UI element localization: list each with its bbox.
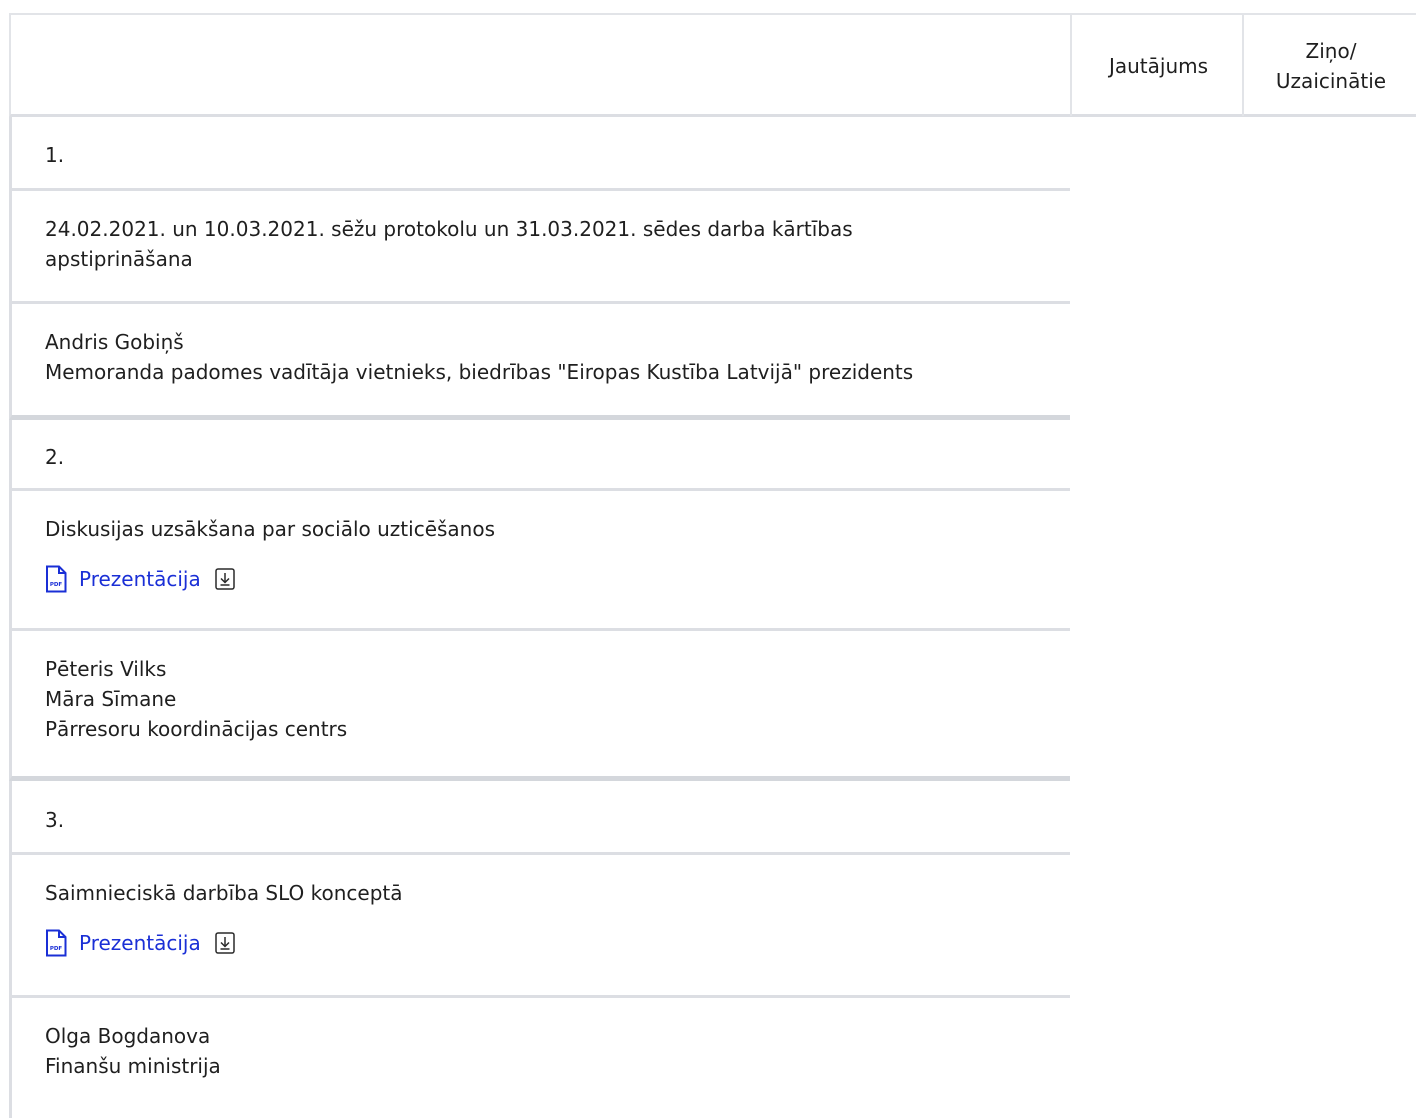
agenda-item-number: 3. (9, 781, 1070, 855)
reporter-affiliation: Finanšu ministrija (45, 1054, 221, 1078)
pdf-file-icon: PDF (46, 929, 67, 957)
column-header-reporters-line2: Uzaicinātie (1275, 68, 1387, 93)
agenda-table-body: 1. 24.02.2021. un 10.03.2021. sēžu proto… (9, 117, 1070, 1118)
agenda-item-topic: 24.02.2021. un 10.03.2021. sēžu protokol… (9, 191, 1070, 304)
attachment-row: PDF Prezentācija (45, 928, 1070, 958)
reporter-name: Pēteris Vilks (45, 657, 167, 681)
column-header-question-label: Jautājums (1108, 53, 1209, 78)
pdf-file-icon: PDF (46, 565, 67, 593)
agenda-item-topic-line: 24.02.2021. un 10.03.2021. sēžu protokol… (45, 217, 853, 241)
column-header-question: Jautājums (1070, 15, 1245, 116)
agenda-item-number-text: 1. (45, 143, 65, 167)
agenda-table-header: Jautājums Ziņo/ Uzaicinātie (9, 13, 1416, 117)
reporter-name: Olga Bogdanova (45, 1024, 211, 1048)
reporter-name: Andris Gobiņš (45, 330, 184, 354)
agenda-item-number: 2. (9, 420, 1070, 491)
column-header-reporters: Ziņo/ Uzaicinātie (1242, 15, 1416, 116)
agenda-item-reporters: Olga Bogdanova Finanšu ministrija (9, 998, 1070, 1118)
reporter-affiliation: Memoranda padomes vadītāja vietnieks, bi… (45, 360, 914, 384)
download-icon[interactable] (215, 932, 235, 954)
presentation-download-link[interactable]: Prezentācija (79, 564, 201, 594)
svg-text:PDF: PDF (50, 582, 63, 588)
reporter-name: Māra Sīmane (45, 687, 177, 711)
attachment-row: PDF Prezentācija (45, 564, 1070, 594)
agenda-item-topic-line: Diskusijas uzsākšana par sociālo uzticēš… (45, 517, 496, 541)
agenda-item-number-text: 3. (45, 808, 65, 832)
download-icon[interactable] (215, 568, 235, 590)
agenda-item-topic-line: Saimnieciskā darbība SLO konceptā (45, 881, 403, 905)
agenda-item-topic: Diskusijas uzsākšana par sociālo uzticēš… (9, 491, 1070, 631)
reporter-affiliation: Pārresoru koordinācijas centrs (45, 717, 348, 741)
presentation-download-link[interactable]: Prezentācija (79, 928, 201, 958)
agenda-item-reporters: Pēteris Vilks Māra Sīmane Pārresoru koor… (9, 631, 1070, 781)
agenda-item-number: 1. (9, 117, 1070, 191)
column-header-reporters-line1: Ziņo/ (1305, 38, 1357, 63)
agenda-item-number-text: 2. (45, 445, 65, 469)
agenda-item-topic: Saimnieciskā darbība SLO konceptā PDF Pr… (9, 855, 1070, 998)
agenda-item-topic-line: apstiprināšana (45, 247, 193, 271)
agenda-item-reporters: Andris Gobiņš Memoranda padomes vadītāja… (9, 304, 1070, 420)
svg-text:PDF: PDF (50, 946, 63, 952)
